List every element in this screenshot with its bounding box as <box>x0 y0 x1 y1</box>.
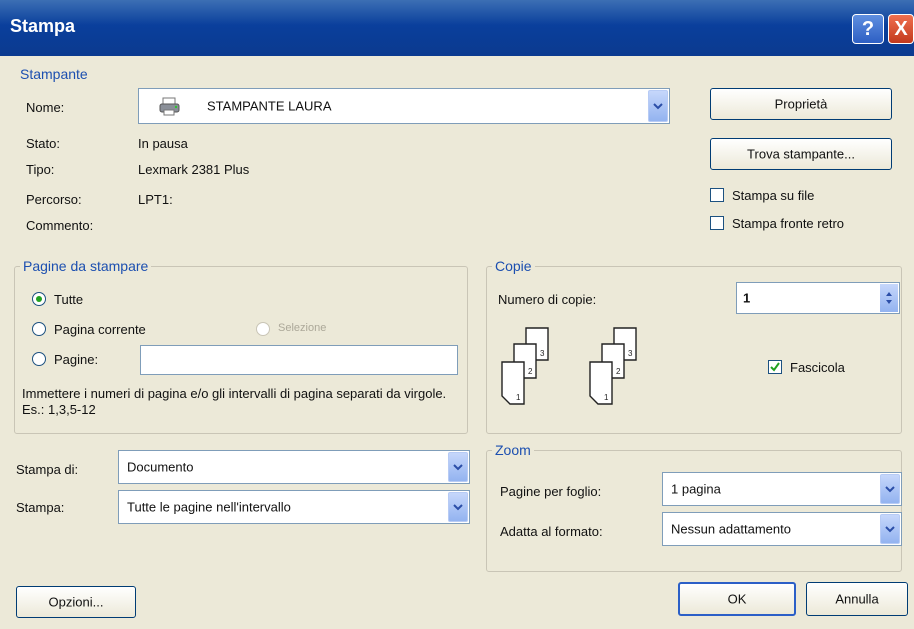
chevron-down-icon[interactable] <box>880 514 900 544</box>
selection-label: Selezione <box>278 322 327 334</box>
print-range-select[interactable]: Tutte le pagine nell'intervallo <box>118 490 470 524</box>
print-what-value: Documento <box>127 459 194 475</box>
copies-number-value: 1 <box>743 290 751 306</box>
path-value: LPT1: <box>138 192 173 207</box>
help-button[interactable]: ? <box>852 14 884 44</box>
options-button-label: Opzioni... <box>48 594 104 610</box>
properties-button-label: Proprietà <box>774 96 828 112</box>
stack-a-label-2: 2 <box>528 367 533 376</box>
pages-per-sheet-label: Pagine per foglio: <box>500 484 602 499</box>
collate-label[interactable]: Fascicola <box>790 360 845 375</box>
print-what-label: Stampa di: <box>16 462 79 477</box>
chevron-down-icon[interactable] <box>448 492 468 522</box>
copies-number-spinner[interactable]: 1 <box>736 282 900 314</box>
window-title: Stampa <box>10 16 76 36</box>
cancel-button-label: Annulla <box>835 591 879 607</box>
close-button[interactable]: X <box>888 14 914 44</box>
find-printer-button[interactable]: Trova stampante... <box>710 138 892 170</box>
pages-input[interactable] <box>140 345 458 375</box>
ok-button[interactable]: OK <box>678 582 796 616</box>
printer-group-title: Stampante <box>20 66 88 82</box>
print-range-label: Stampa: <box>16 500 65 515</box>
type-label: Tipo: <box>26 162 55 177</box>
pages-radio[interactable] <box>32 352 46 366</box>
comment-label: Commento: <box>26 218 94 233</box>
chevron-down-icon[interactable] <box>880 474 900 504</box>
find-printer-button-label: Trova stampante... <box>747 146 855 162</box>
current-page-radio[interactable] <box>32 322 46 336</box>
selection-radio[interactable] <box>256 322 270 336</box>
all-pages-radio[interactable] <box>32 292 46 306</box>
title-bar: Stampa ? X <box>0 0 914 56</box>
checkmark-icon <box>770 362 780 372</box>
all-pages-label[interactable]: Tutte <box>54 292 83 307</box>
type-value: Lexmark 2381 Plus <box>138 162 250 177</box>
pages-group-title: Pagine da stampare <box>20 258 152 274</box>
status-value: In pausa <box>138 136 188 151</box>
scale-select[interactable]: Nessun adattamento <box>662 512 902 546</box>
print-range-value: Tutte le pagine nell'intervallo <box>127 499 291 515</box>
chevron-down-icon[interactable] <box>448 452 468 482</box>
printer-name-value: STAMPANTE LAURA <box>207 98 332 114</box>
printer-name-select[interactable]: STAMPANTE LAURA <box>138 88 670 124</box>
stack-b-label-1: 1 <box>604 393 609 402</box>
copies-number-label: Numero di copie: <box>498 292 597 307</box>
print-to-file-checkbox[interactable] <box>710 188 724 202</box>
zoom-group-title: Zoom <box>492 442 534 458</box>
copies-group-title: Copie <box>492 258 535 274</box>
properties-button[interactable]: Proprietà <box>710 88 892 120</box>
printer-name-label: Nome: <box>26 100 65 115</box>
scale-value: Nessun adattamento <box>671 521 791 537</box>
status-label: Stato: <box>26 136 60 151</box>
chevron-down-icon[interactable] <box>648 90 668 122</box>
scale-label: Adatta al formato: <box>500 524 603 539</box>
pages-per-sheet-value: 1 pagina <box>671 481 721 497</box>
print-to-file-label[interactable]: Stampa su file <box>732 188 814 203</box>
collate-stack-icon-a: 3 2 1 <box>500 326 560 413</box>
printer-icon <box>159 96 181 119</box>
path-label: Percorso: <box>26 192 82 207</box>
stack-b-label-2: 2 <box>616 367 621 376</box>
options-button[interactable]: Opzioni... <box>16 586 136 618</box>
stack-a-label-1: 1 <box>516 393 521 402</box>
zoom-group-frame <box>486 450 902 572</box>
stack-b-label-3: 3 <box>628 349 633 358</box>
pages-hint: Immettere i numeri di pagina e/o gli int… <box>22 386 447 417</box>
collate-stack-icon-b: 3 2 1 <box>588 326 648 413</box>
current-page-label[interactable]: Pagina corrente <box>54 322 146 337</box>
duplex-label[interactable]: Stampa fronte retro <box>732 216 844 231</box>
stack-a-label-3: 3 <box>540 349 545 358</box>
print-what-select[interactable]: Documento <box>118 450 470 484</box>
ok-button-label: OK <box>727 591 747 607</box>
spinner-arrows-icon[interactable] <box>880 284 898 312</box>
pages-label[interactable]: Pagine: <box>54 352 98 367</box>
collate-checkbox[interactable] <box>768 360 782 374</box>
pages-per-sheet-select[interactable]: 1 pagina <box>662 472 902 506</box>
cancel-button[interactable]: Annulla <box>806 582 908 616</box>
duplex-checkbox[interactable] <box>710 216 724 230</box>
